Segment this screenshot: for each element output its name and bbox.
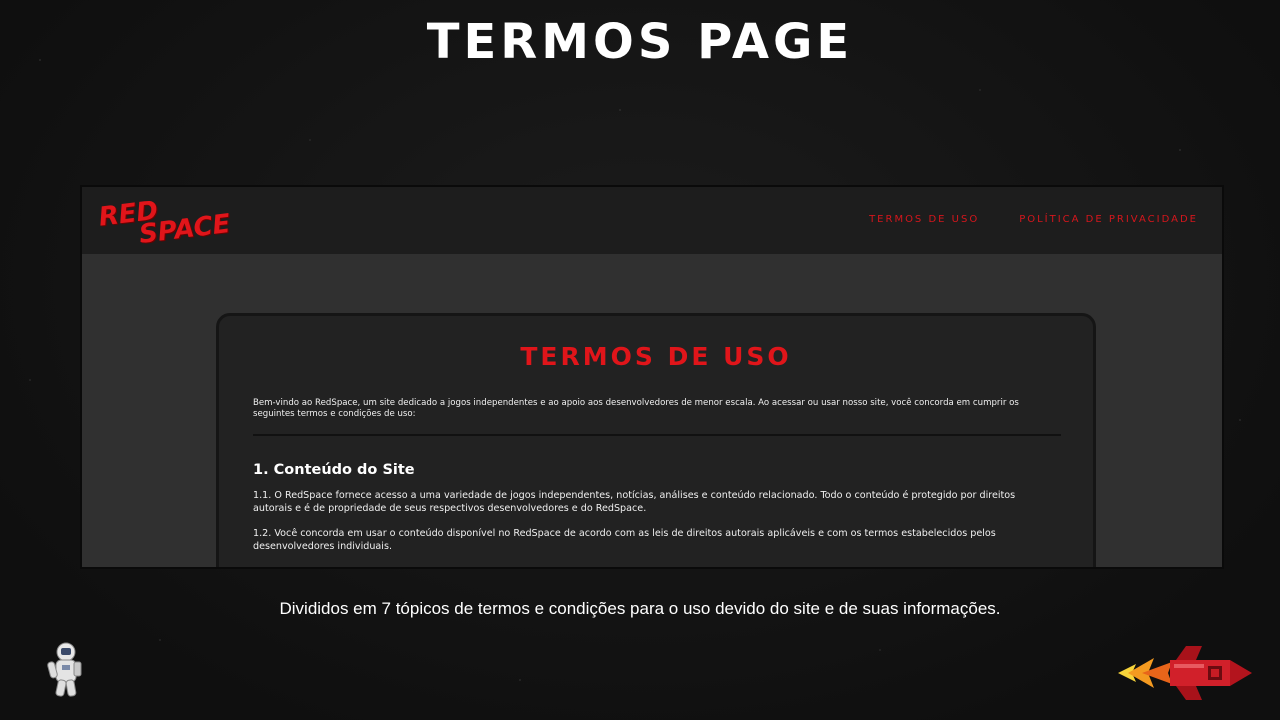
terms-title: Termos de uso	[520, 342, 792, 371]
terms-card: Termos de uso Bem-vindo ao RedSpace, um …	[216, 313, 1096, 567]
section-heading: 1. Conteúdo do Site	[253, 462, 415, 478]
terms-paragraph-1-2: 1.2. Você concorda em usar o conteúdo di…	[253, 528, 996, 552]
terms-paragraph-1-1: 1.1. O RedSpace fornece acesso a uma var…	[253, 490, 1016, 514]
terms-intro: Bem-vindo ao RedSpace, um site dedicado …	[253, 398, 1019, 419]
redspace-logo[interactable]: RED SPACE	[97, 187, 263, 256]
website-screenshot: RED SPACE Termos de uso Política de priv…	[80, 185, 1224, 569]
slide-title: Termos Page	[426, 14, 854, 70]
rocket-icon	[1118, 646, 1252, 700]
slide-caption: Divididos em 7 tópicos de termos e condi…	[279, 599, 1001, 618]
nav-link-termos-de-uso[interactable]: Termos de uso	[869, 214, 979, 225]
site-header: RED SPACE Termos de uso Política de priv…	[82, 187, 1222, 254]
site-nav: Termos de uso Política de privacidade	[869, 214, 1198, 225]
nav-link-politica-de-privacidade[interactable]: Política de privacidade	[1019, 214, 1198, 225]
astronaut-icon	[47, 642, 82, 697]
divider	[253, 434, 1061, 436]
